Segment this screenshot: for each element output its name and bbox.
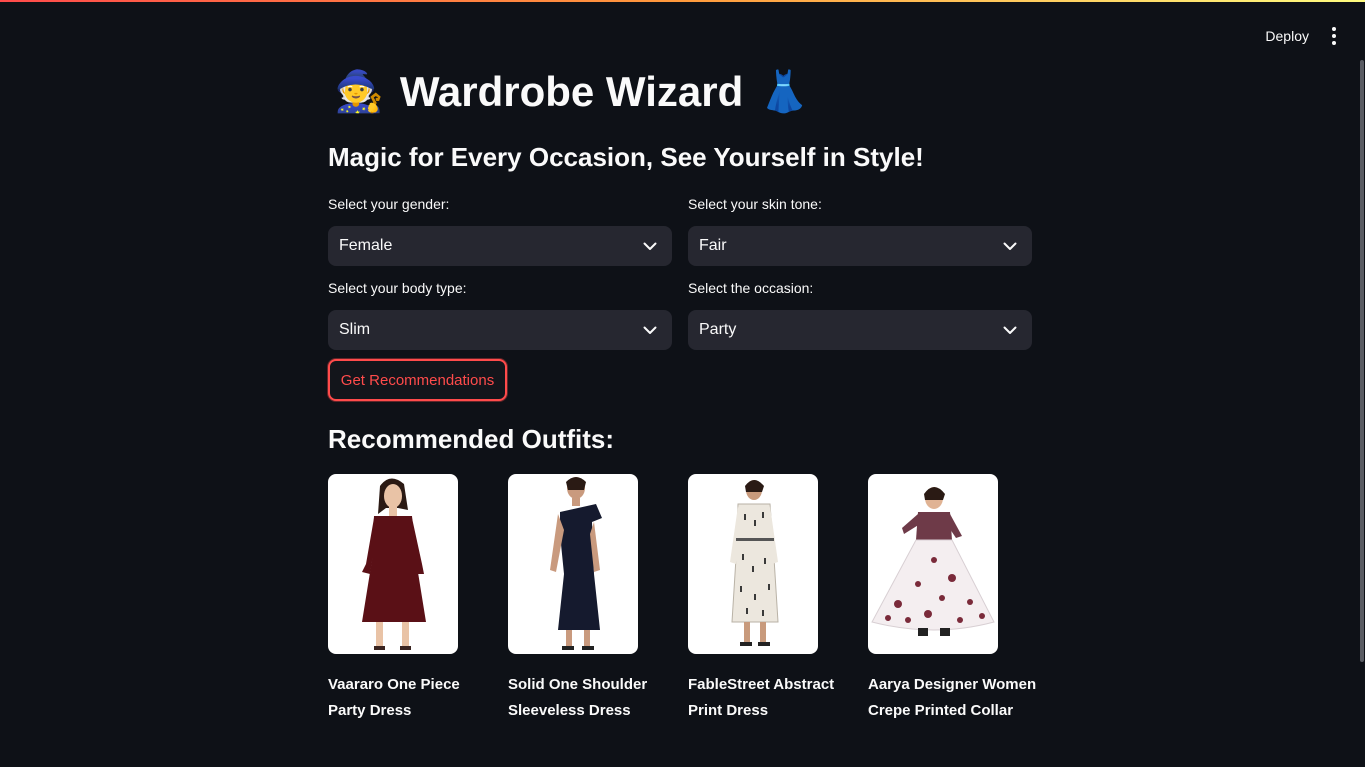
chevron-down-icon xyxy=(1002,322,1018,338)
body-type-select-value: Slim xyxy=(339,321,371,338)
top-gradient-bar xyxy=(0,0,1365,2)
outfit-card: Vaararo One Piece Party Dress xyxy=(328,474,498,724)
page-subtitle: Magic for Every Occasion, See Yourself i… xyxy=(328,142,924,172)
body-type-field: Select your body type: Slim xyxy=(328,278,672,350)
body-type-select[interactable]: Slim xyxy=(328,310,672,350)
gender-select[interactable]: Female xyxy=(328,226,672,266)
outfit-image[interactable] xyxy=(328,474,458,654)
dress-icon: 👗 xyxy=(759,70,810,114)
occasion-select-value: Party xyxy=(699,321,737,338)
more-options-icon[interactable] xyxy=(1327,27,1341,45)
chevron-down-icon xyxy=(642,322,658,338)
occasion-select[interactable]: Party xyxy=(688,310,1032,350)
skin-tone-field: Select your skin tone: Fair xyxy=(688,194,1032,266)
outfit-name: Solid One Shoulder Sleeveless Dress xyxy=(508,676,648,719)
wizard-icon: 🧙 xyxy=(334,70,384,114)
outfit-name: Vaararo One Piece Party Dress xyxy=(328,676,460,719)
page-title-text: Wardrobe Wizard xyxy=(399,68,744,115)
outfit-card: Solid One Shoulder Sleeveless Dress xyxy=(508,474,678,724)
outfit-name: FableStreet Abstract Print Dress xyxy=(688,676,835,719)
gender-field: Select your gender: Female xyxy=(328,194,672,266)
skin-tone-label: Select your skin tone: xyxy=(688,196,822,212)
occasion-field: Select the occasion: Party xyxy=(688,278,1032,350)
skin-tone-select-value: Fair xyxy=(699,237,727,254)
occasion-label: Select the occasion: xyxy=(688,280,814,296)
page-title: 🧙 Wardrobe Wizard 👗 xyxy=(334,64,809,120)
outfit-image[interactable] xyxy=(508,474,638,654)
gender-select-value: Female xyxy=(339,237,393,254)
app-header-actions: Deploy xyxy=(1265,24,1341,48)
chevron-down-icon xyxy=(642,238,658,254)
outfit-image[interactable] xyxy=(868,474,998,654)
skin-tone-select[interactable]: Fair xyxy=(688,226,1032,266)
outfit-image[interactable] xyxy=(688,474,818,654)
outfit-card: FableStreet Abstract Print Dress xyxy=(688,474,858,724)
recommended-outfits-heading: Recommended Outfits: xyxy=(328,424,615,454)
get-recommendations-button[interactable]: Get Recommendations xyxy=(328,359,507,401)
chevron-down-icon xyxy=(1002,238,1018,254)
dress-shape xyxy=(916,512,952,540)
deploy-button[interactable]: Deploy xyxy=(1265,28,1309,44)
outfit-card: Aarya Designer Women Crepe Printed Colla… xyxy=(868,474,1038,724)
body-type-label: Select your body type: xyxy=(328,280,467,296)
outfit-name: Aarya Designer Women Crepe Printed Colla… xyxy=(868,676,1037,719)
scrollbar[interactable] xyxy=(1360,60,1364,662)
gender-label: Select your gender: xyxy=(328,196,450,212)
